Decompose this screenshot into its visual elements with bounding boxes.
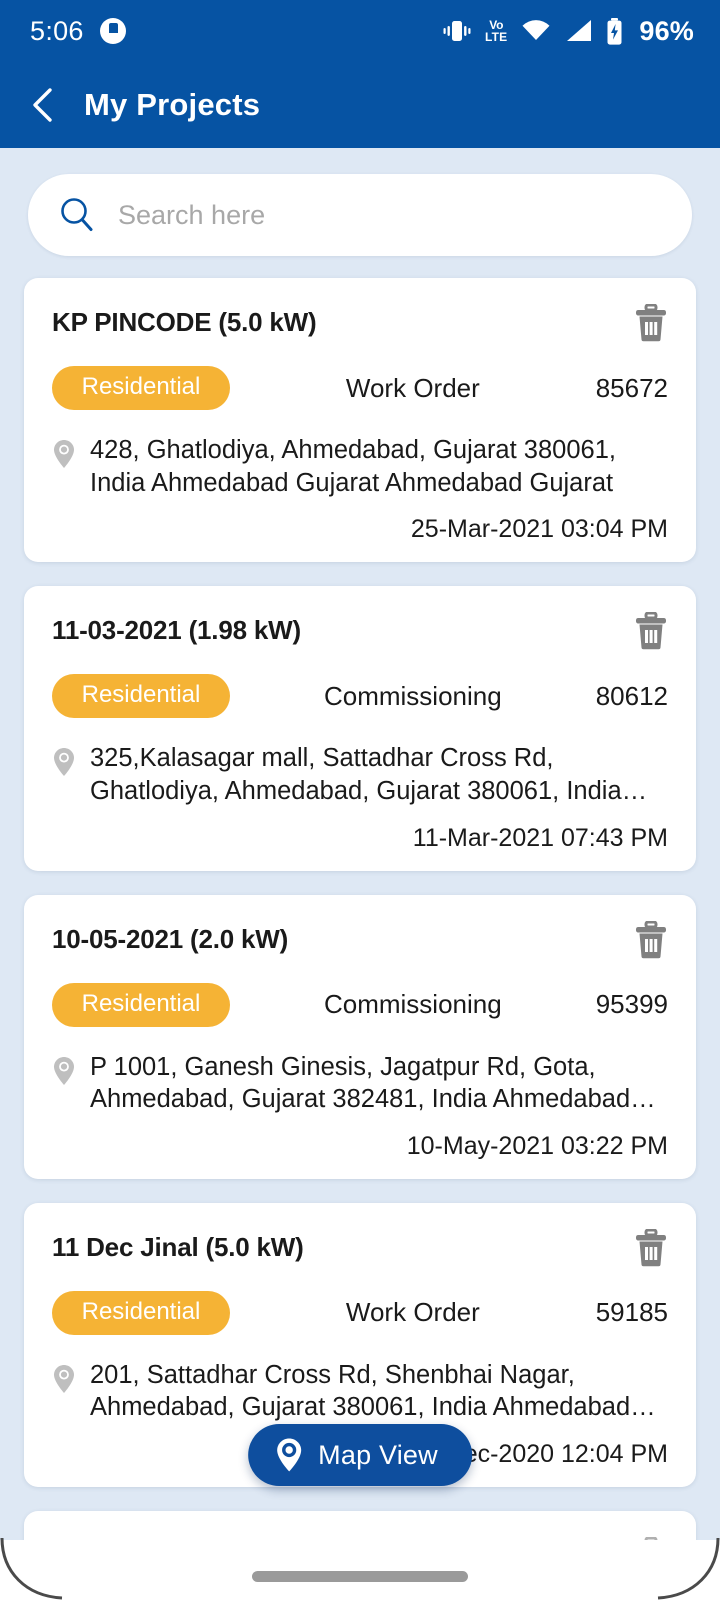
status-bar-clock: 5:06 [30,15,84,46]
project-stage: Commissioning [323,989,502,1019]
back-arrow-icon[interactable] [28,87,58,123]
page-title: My Projects [84,87,261,122]
search-icon [61,198,93,231]
project-title: 11 Dec Jinal (5.0 kW) [52,1231,304,1262]
battery-icon [607,17,622,45]
project-stage: Commissioning [323,680,502,711]
project-address: 325,Kalasagar mall, Sattadhar Cross Rd, … [90,744,622,805]
signal-icon [567,20,592,41]
project-meta-row: Residential Work Order 85672 [52,366,668,410]
delete-icon[interactable] [634,1228,668,1267]
screen-corner-arc-right [657,1538,720,1600]
project-reference: 85672 [595,372,668,403]
search-section [0,148,720,256]
project-address-row: 325,Kalasagar mall, Sattadhar Cross Rd, … [52,742,668,807]
search-bar[interactable] [28,174,692,256]
project-card[interactable]: 11-03-2021 (1.98 kW) Residential Commiss… [24,586,696,871]
location-pin-icon [54,440,74,468]
project-address-row: 201, Sattadhar Cross Rd, Shenbhai Nagar,… [52,1359,668,1424]
project-title: 10-05-2021 (2.0 kW) [52,923,289,954]
project-meta-row: Residential Commissioning 95399 [52,982,668,1027]
delete-icon[interactable] [634,920,668,959]
project-address: 201, Sattadhar Cross Rd, Shenbhai Nagar,… [90,1360,631,1422]
location-pin-icon [54,1364,74,1393]
location-pin-icon [54,1056,74,1085]
status-badge: Residential [52,366,230,410]
delete-icon[interactable] [634,304,668,342]
wifi-icon [522,20,550,40]
bottom-navigation-bar [0,1540,720,1600]
project-stage: Work Order [345,1297,480,1328]
status-badge: Residential [52,982,230,1027]
project-card-header: 11-03-2021 (1.98 kW) [52,612,668,650]
gesture-home-indicator[interactable] [252,1571,468,1582]
project-card-header: 11 Dec Jinal (5.0 kW) [52,1228,668,1267]
map-view-label: Map View [318,1439,438,1470]
status-badge: Residential [52,674,230,719]
project-timestamp: 25-Mar-2021 03:04 PM [410,515,668,544]
project-list: KP PINCODE (5.0 kW) Residential Work Ord… [0,256,720,1600]
screen-corner-arc-left [0,1538,63,1600]
status-bar: 5:06 Vo LTE 96% [0,0,720,62]
search-input[interactable] [118,174,662,256]
app-bar: My Projects [0,62,720,148]
project-meta-row: Residential Work Order 59185 [52,1290,668,1335]
project-address: P 1001, Ganesh Ginesis, Jagatpur Rd, Got… [90,1052,631,1114]
map-pin-icon [277,1438,302,1472]
project-title: 11-03-2021 (1.98 kW) [52,615,301,646]
project-card[interactable]: KP PINCODE (5.0 kW) Residential Work Ord… [24,278,696,563]
map-view-button[interactable]: Map View [248,1424,472,1486]
volte-line-2: LTE [484,30,508,44]
project-address-row: 428, Ghatlodiya, Ahmedabad, Gujarat 3800… [52,434,668,499]
battery-percent-label: 96% [639,15,694,46]
status-bar-right: Vo LTE 96% [443,16,694,47]
project-reference: 59185 [595,1297,668,1328]
project-timestamp: 11-Mar-2021 07:43 PM [412,823,668,852]
location-pin-icon [54,748,74,777]
vibrate-icon [443,21,471,41]
project-address-row: P 1001, Ganesh Ginesis, Jagatpur Rd, Got… [52,1051,668,1116]
app-badge-icon [99,18,126,44]
status-bar-left: 5:06 [30,16,126,47]
project-title: KP PINCODE (5.0 kW) [52,307,317,337]
status-badge: Residential [52,1290,230,1335]
project-reference: 80612 [595,680,668,711]
volte-icon: Vo LTE [485,19,507,43]
project-card-header: KP PINCODE (5.0 kW) [52,304,668,342]
project-card-header: 10-05-2021 (2.0 kW) [52,920,668,959]
project-stage: Work Order [345,372,480,403]
project-meta-row: Residential Commissioning 80612 [52,674,668,719]
project-address: 428, Ghatlodiya, Ahmedabad, Gujarat 3800… [90,436,616,497]
project-card[interactable]: 10-05-2021 (2.0 kW) Residential Commissi… [24,894,696,1179]
delete-icon[interactable] [634,612,668,650]
project-reference: 95399 [595,989,668,1019]
project-timestamp: 10-May-2021 03:22 PM [406,1131,668,1160]
